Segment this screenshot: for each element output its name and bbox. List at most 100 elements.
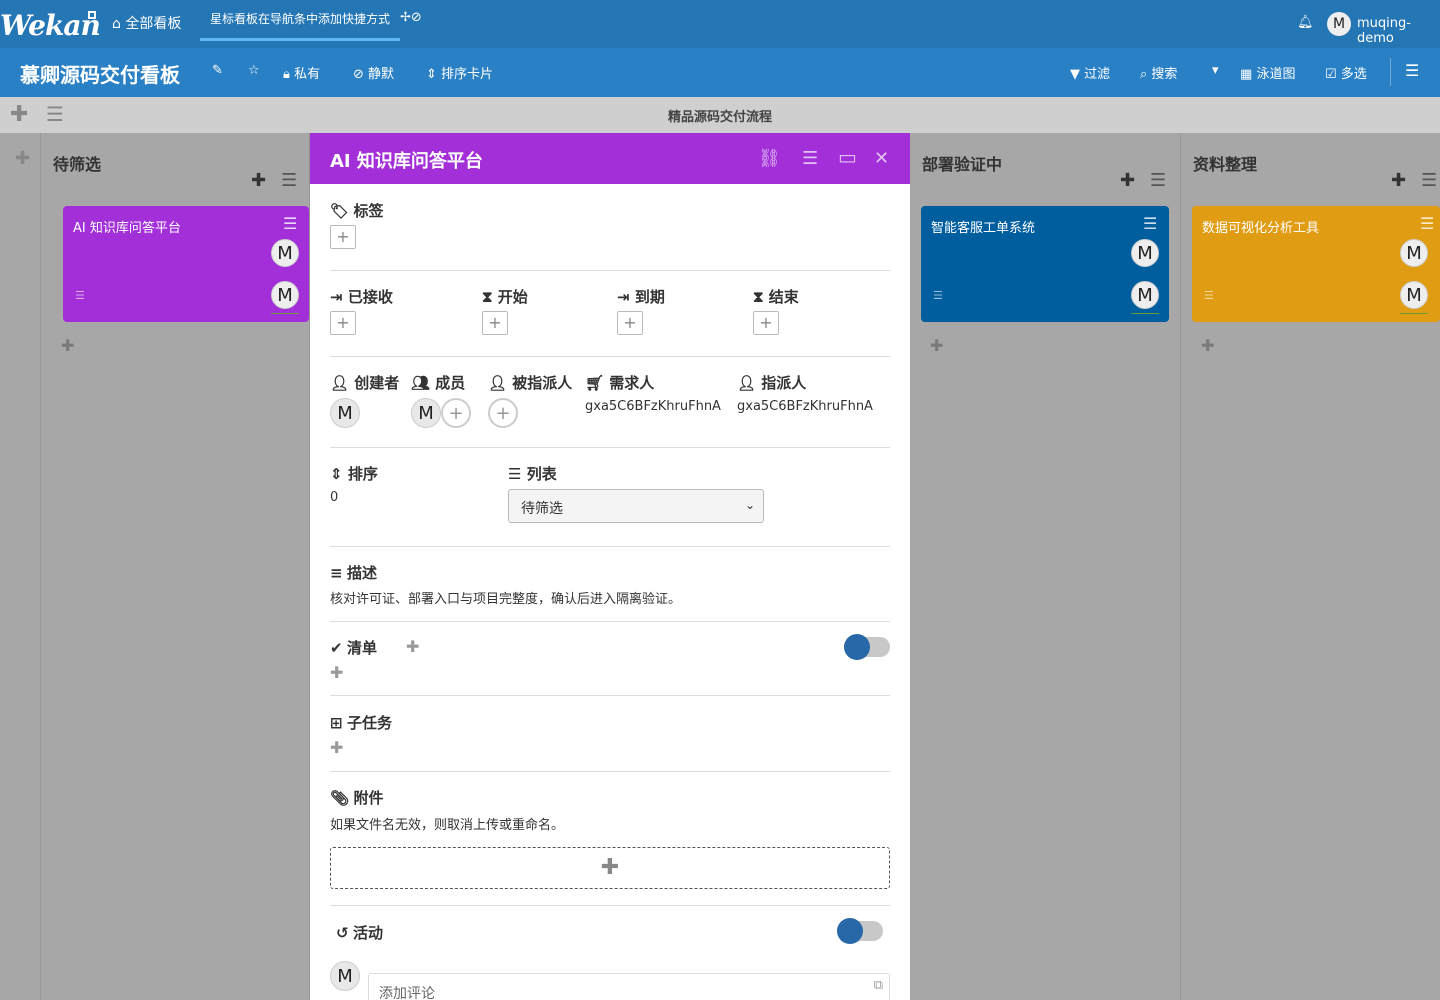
add-end-date-button[interactable]: + [753, 311, 779, 335]
multiselect-button[interactable]: ☑ 多选 [1325, 63, 1367, 82]
add-card-bottom-plus-icon[interactable]: ✚ [61, 336, 74, 355]
mute-label: 静默 [368, 67, 395, 82]
swimlane-menu-hamburger-icon[interactable]: ☰ [46, 102, 64, 126]
username[interactable]: muqing-demo [1357, 16, 1440, 46]
divider [330, 621, 890, 622]
swimlanes-view-button[interactable]: ▦ 泳道图 [1240, 63, 1295, 82]
requester-value[interactable]: gxa5C6BFzKhruFhnA [585, 399, 721, 414]
card-menu-hamburger-icon[interactable]: ☰ [802, 148, 818, 169]
requester-label: 🛒︎ 需求人 [585, 372, 654, 393]
avatar[interactable]: M [1131, 239, 1159, 267]
checklist-heading: 清单 [347, 639, 378, 657]
add-card-bottom-plus-icon[interactable]: ✚ [930, 336, 943, 355]
list-select[interactable]: 待筛选 ⌄ [508, 489, 764, 523]
list-menu-hamburger-icon[interactable]: ☰ [281, 170, 297, 191]
list-menu-hamburger-icon[interactable]: ☰ [1421, 170, 1437, 191]
swimlane-title[interactable]: 精品源码交付流程 [620, 106, 820, 125]
search-label: 搜索 [1151, 67, 1178, 82]
sign-in-icon: ⇥ [330, 288, 343, 306]
copy-icon[interactable]: ⧉ [874, 978, 883, 993]
card-menu-hamburger-icon[interactable]: ☰ [1420, 214, 1434, 233]
creator-avatar[interactable]: M [330, 398, 360, 428]
avatar[interactable]: M [1131, 281, 1159, 309]
star-icon[interactable]: ☆ [248, 63, 260, 78]
divider [330, 447, 890, 448]
divider [330, 546, 890, 547]
due-date-label: ⇥ 到期 [617, 286, 665, 307]
due-label-text: 到期 [634, 288, 665, 306]
add-received-date-button[interactable]: + [330, 311, 356, 335]
sign-in-arrow-icon: ⇥ [617, 288, 630, 306]
user-icon: 👤︎ [488, 374, 508, 392]
show-activity-toggle[interactable] [837, 918, 883, 944]
add-label-button[interactable]: + [330, 225, 356, 249]
all-boards-link[interactable]: ⌂ 全部看板 [112, 13, 181, 33]
edit-icon[interactable]: ✎ [212, 63, 223, 78]
hint-icons[interactable]: ✢⊘ [400, 10, 422, 25]
member-avatar[interactable]: M [411, 398, 441, 428]
card-details-header: AI 知识库问答平台 ⛓ ☰ ▭ ✕ [310, 133, 910, 184]
add-assignee-button[interactable]: + [488, 398, 518, 428]
divider [330, 695, 890, 696]
sort-label: ⇕ 排序 [330, 463, 378, 484]
add-checklist-plus-icon[interactable]: ✚ [330, 663, 343, 682]
sitemap-icon: ⊞ [330, 714, 343, 732]
add-list-plus-icon[interactable]: ✚ [15, 148, 30, 169]
members-label: 👥︎ 成员 [411, 372, 465, 393]
add-member-button[interactable]: + [441, 398, 471, 428]
add-card-top-plus-icon[interactable]: ✚ [251, 170, 266, 191]
sort-value[interactable]: 0 [330, 490, 338, 505]
avatar[interactable]: M [271, 239, 299, 267]
hide-checked-toggle[interactable] [844, 634, 890, 660]
user-avatar[interactable]: M [1327, 12, 1351, 36]
search-button[interactable]: ⌕ 搜索 [1140, 63, 1177, 82]
commenter-avatar[interactable]: M [330, 961, 360, 991]
sort-cards-button[interactable]: ⇕ 排序卡片 [426, 63, 493, 82]
avatar[interactable]: M [1400, 239, 1428, 267]
visibility-private-button[interactable]: 🔒︎ 私有 [283, 63, 320, 82]
top-header: Wekan ⌂ 全部看板 星标看板在导航条中添加快捷方式 ✢⊘ 🔔︎ M muq… [0, 0, 1440, 48]
header-divider [1390, 58, 1391, 86]
add-card-top-plus-icon[interactable]: ✚ [1391, 170, 1406, 191]
list-menu-hamburger-icon[interactable]: ☰ [1150, 170, 1166, 191]
card-item[interactable]: 数据可视化分析工具 ☰ M ☰ M [1192, 206, 1440, 322]
close-icon[interactable]: ✕ [874, 148, 889, 169]
card-details-panel: AI 知识库问答平台 ⛓ ☰ ▭ ✕ 🏷︎ 标签 + ⇥ 已接收 ⧗ 开始 ⇥ … [310, 133, 910, 1000]
board-menu-hamburger-icon[interactable]: ☰ [1405, 61, 1419, 80]
subtasks-section: ⊞ 子任务 [330, 712, 890, 733]
sort-cards-label: 排序卡片 [441, 67, 494, 82]
comment-input[interactable]: 添加评论 ⧉ [368, 973, 890, 1000]
avatar[interactable]: M [271, 281, 299, 309]
assigner-value[interactable]: gxa5C6BFzKhruFhnA [737, 399, 873, 414]
add-subtask-plus-icon[interactable]: ✚ [330, 738, 343, 757]
card-item[interactable]: AI 知识库问答平台 ☰ M ☰ M [63, 206, 309, 322]
card-details-title[interactable]: AI 知识库问答平台 [330, 147, 483, 173]
maximize-icon[interactable]: ▭ [838, 145, 857, 169]
avatar[interactable]: M [1400, 281, 1428, 309]
received-label-text: 已接收 [347, 288, 393, 306]
mute-button[interactable]: ⊘ 静默 [353, 63, 394, 82]
list-icon: ☰ [508, 465, 522, 483]
assignees-label: 👤︎ 被指派人 [488, 372, 572, 393]
card-title: AI 知识库问答平台 [73, 221, 181, 236]
description-text[interactable]: 核对许可证、部署入口与项目完整度，确认后进入隔离验证。 [330, 588, 681, 607]
view-dropdown-caret-icon[interactable]: ▾ [1212, 63, 1219, 78]
list-title[interactable]: 部署验证中 [922, 151, 1002, 175]
card-menu-hamburger-icon[interactable]: ☰ [283, 214, 297, 233]
attachment-upload-dropzone[interactable]: ✚ [330, 847, 890, 889]
add-start-date-button[interactable]: + [482, 311, 508, 335]
add-card-bottom-plus-icon[interactable]: ✚ [1201, 336, 1214, 355]
wekan-logo[interactable]: Wekan [0, 9, 101, 42]
list-title[interactable]: 资料整理 [1193, 151, 1257, 175]
card-item[interactable]: 智能客服工单系统 ☰ M ☰ M [921, 206, 1169, 322]
card-menu-hamburger-icon[interactable]: ☰ [1143, 214, 1157, 233]
filter-button[interactable]: ▼ 过滤 [1070, 63, 1110, 82]
add-due-date-button[interactable]: + [617, 311, 643, 335]
link-icon[interactable]: ⛓ [758, 148, 781, 169]
add-checklist-top-plus-icon[interactable]: ✚ [406, 637, 419, 656]
add-swimlane-plus-icon[interactable]: ✚ [10, 102, 28, 127]
add-card-top-plus-icon[interactable]: ✚ [1120, 170, 1135, 191]
notifications-bell-icon[interactable]: 🔔︎ [1297, 15, 1314, 30]
board-title[interactable]: 慕卿源码交付看板 [20, 59, 180, 88]
list-title[interactable]: 待筛选 [53, 151, 101, 175]
